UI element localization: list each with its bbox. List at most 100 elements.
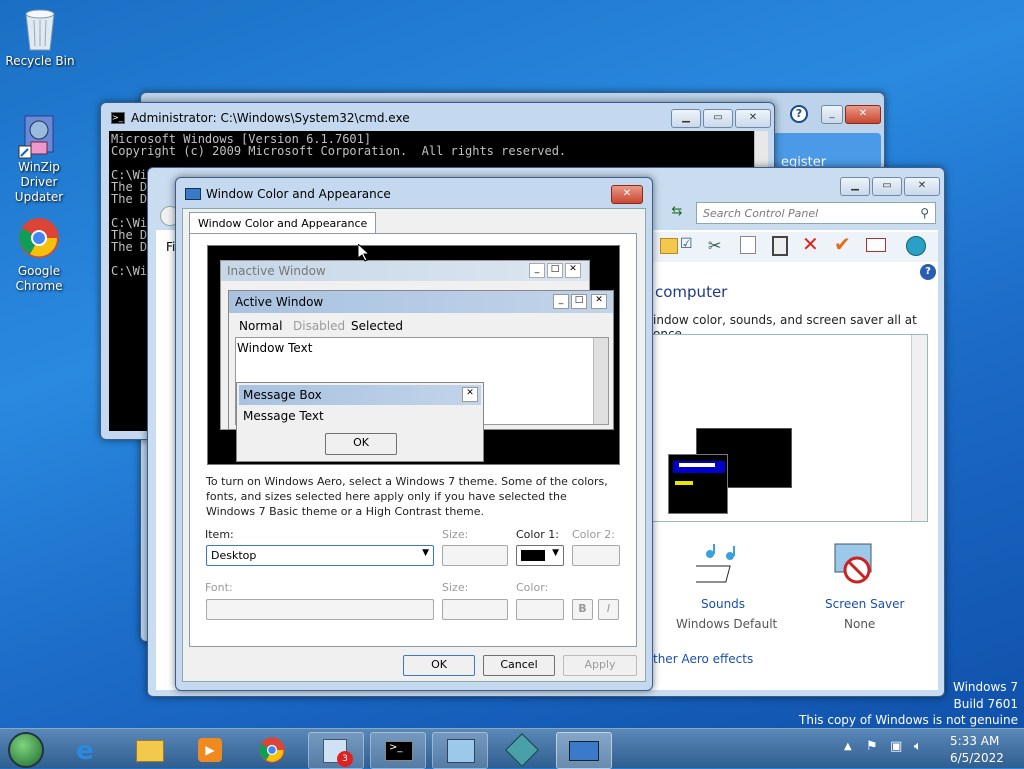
screen-saver-icon[interactable] bbox=[833, 542, 879, 588]
cp-minimize-button[interactable]: ▁ bbox=[840, 177, 870, 196]
font-size-select[interactable] bbox=[442, 599, 508, 620]
toolbar-properties-icon[interactable] bbox=[866, 238, 886, 252]
color1-swatch bbox=[521, 550, 545, 561]
taskbar-package-icon[interactable] bbox=[494, 732, 550, 769]
register-close-button[interactable]: ✕ bbox=[845, 105, 881, 124]
toolbar-check-icon[interactable]: ☑ bbox=[680, 236, 693, 252]
screen-saver-value: None bbox=[844, 617, 876, 631]
taskbar-media-player-icon[interactable]: ▶ bbox=[182, 732, 238, 769]
tray-date[interactable]: 6/5/2022 bbox=[950, 751, 1004, 765]
toolbar-scissors-icon[interactable]: ✂ bbox=[708, 236, 721, 255]
tray-network-icon[interactable]: ▣ bbox=[890, 739, 902, 754]
color1-label: Color 1: bbox=[516, 528, 559, 541]
winzip-icon bbox=[17, 112, 61, 159]
google-chrome-icon[interactable]: Google Chrome bbox=[1, 216, 77, 294]
dialog-title: Window Color and Appearance bbox=[206, 187, 391, 201]
mouse-cursor-icon bbox=[357, 242, 371, 265]
sounds-value: Windows Default bbox=[676, 617, 778, 631]
cp-close-button[interactable]: ✕ bbox=[904, 177, 940, 196]
cmd-title: Administrator: C:\Windows\System32\cmd.e… bbox=[131, 111, 410, 125]
preview-menu-normal: Normal bbox=[239, 319, 283, 333]
tray-volume-icon[interactable]: 🔈︎ bbox=[914, 739, 922, 754]
sounds-link[interactable]: Sounds bbox=[701, 597, 745, 611]
toolbar-delete-icon[interactable]: ✕ bbox=[802, 232, 819, 256]
size-stepper[interactable] bbox=[442, 545, 508, 566]
preview-msgbox-text: Message Text bbox=[243, 409, 324, 423]
preview-inactive-title: Inactive Window bbox=[227, 264, 326, 278]
preview-inactive-close-icon: ✕ bbox=[565, 263, 581, 278]
toolbar-checkmark-icon[interactable]: ✔ bbox=[834, 232, 851, 256]
preview-active-max-icon: □ bbox=[571, 294, 587, 309]
color2-picker[interactable] bbox=[572, 545, 620, 566]
theme-preview-front[interactable] bbox=[668, 454, 728, 514]
help-icon[interactable]: ? bbox=[790, 105, 808, 123]
preview-msgbox-close-icon: ✕ bbox=[462, 387, 478, 402]
cp-left-label: Fi bbox=[166, 240, 176, 254]
tray-expand-icon[interactable]: ▲ bbox=[844, 741, 852, 752]
search-icon[interactable]: ⚲ bbox=[920, 206, 929, 220]
preview-scrollbar bbox=[593, 338, 608, 424]
taskbar-control-panel-icon[interactable] bbox=[432, 732, 488, 769]
chrome-icon bbox=[17, 216, 61, 260]
cmd-maximize-button[interactable]: ▭ bbox=[703, 109, 733, 128]
refresh-icon[interactable]: ⇆ bbox=[668, 204, 686, 222]
color1-picker[interactable]: ▼ bbox=[516, 545, 564, 566]
toolbar-paste-icon[interactable] bbox=[772, 236, 788, 256]
help-icon[interactable]: ? bbox=[920, 264, 936, 280]
cmd-minimize-button[interactable]: ▁ bbox=[671, 109, 701, 128]
start-button[interactable] bbox=[8, 732, 44, 768]
preview-ok-button[interactable]: OK bbox=[325, 433, 397, 455]
search-input[interactable]: Search Control Panel bbox=[703, 207, 818, 220]
recycle-bin-icon[interactable]: Recycle Bin bbox=[2, 6, 78, 69]
font-size-label: Size: bbox=[442, 581, 469, 594]
theme-list-scrollbar[interactable] bbox=[911, 335, 927, 521]
cmd-close-button[interactable]: ✕ bbox=[735, 109, 771, 128]
item-select[interactable]: Desktop ▼ bbox=[206, 545, 434, 566]
taskbar-cmd-icon[interactable]: >_ bbox=[370, 732, 426, 769]
font-color-picker[interactable] bbox=[516, 599, 564, 620]
tray-flag-icon[interactable]: ⚑ bbox=[866, 739, 878, 754]
cp-heading: computer bbox=[655, 283, 728, 301]
taskbar-explorer-icon[interactable] bbox=[122, 732, 178, 769]
font-color-label: Color: bbox=[516, 581, 549, 594]
preview-message-box[interactable]: Message Box ✕ Message Text OK bbox=[236, 382, 484, 462]
taskbar-chrome-icon[interactable] bbox=[244, 732, 300, 769]
taskbar: e ▶ 3 >_ ▲ ⚑ ▣ 🔈︎ 5:33 AM 6/5/2022 bbox=[0, 728, 1024, 769]
winzip-driver-updater-icon[interactable]: WinZip Driver Updater bbox=[1, 112, 77, 205]
font-select[interactable] bbox=[206, 599, 434, 620]
taskbar-appearance-icon[interactable] bbox=[556, 732, 612, 769]
toolbar-folder-icon[interactable] bbox=[660, 238, 678, 254]
watermark-line1: Windows 7 bbox=[952, 680, 1018, 694]
cp-maximize-button[interactable]: ▭ bbox=[872, 177, 902, 196]
toolbar-globe-icon[interactable] bbox=[906, 236, 926, 256]
preview-inactive-max-icon: □ bbox=[547, 263, 563, 278]
screen-saver-link[interactable]: Screen Saver bbox=[825, 597, 904, 611]
recycle-bin-label: Recycle Bin bbox=[5, 54, 75, 68]
italic-button[interactable]: I bbox=[598, 599, 619, 620]
winzip-label: WinZip Driver Updater bbox=[14, 160, 64, 204]
taskbar-ie-icon[interactable]: e bbox=[62, 732, 118, 769]
appearance-preview[interactable]: Inactive Window _ □ ✕ Active Window _ □ … bbox=[207, 245, 620, 465]
chevron-down-icon: ▼ bbox=[552, 548, 559, 558]
chrome-label: Google Chrome bbox=[15, 264, 63, 293]
preview-menu-selected: Selected bbox=[351, 319, 404, 333]
cancel-button[interactable]: Cancel bbox=[483, 655, 555, 676]
bold-button[interactable]: B bbox=[572, 599, 593, 620]
register-minimize-button[interactable]: _ bbox=[821, 105, 843, 124]
tab-window-color[interactable]: Window Color and Appearance bbox=[189, 212, 377, 234]
taskbar-search-app-icon[interactable]: 3 bbox=[308, 732, 364, 769]
item-select-value: Desktop bbox=[211, 549, 257, 562]
window-color-dialog[interactable]: Window Color and Appearance ✕ Window Col… bbox=[175, 177, 653, 691]
aero-effects-link[interactable]: ther Aero effects bbox=[653, 652, 753, 666]
ok-button[interactable]: OK bbox=[403, 655, 475, 676]
toolbar-copy-icon[interactable] bbox=[740, 236, 756, 254]
apply-button[interactable]: Apply bbox=[563, 655, 637, 676]
dialog-close-button[interactable]: ✕ bbox=[611, 185, 643, 204]
font-label: Font: bbox=[205, 581, 233, 594]
preview-inactive-min-icon: _ bbox=[529, 263, 545, 278]
aero-info-text: To turn on Windows Aero, select a Window… bbox=[206, 475, 608, 518]
chevron-down-icon: ▼ bbox=[422, 548, 429, 558]
sounds-icon[interactable] bbox=[689, 544, 744, 588]
tray-time[interactable]: 5:33 AM bbox=[950, 734, 999, 748]
preview-msgbox-title: Message Box bbox=[243, 388, 322, 402]
